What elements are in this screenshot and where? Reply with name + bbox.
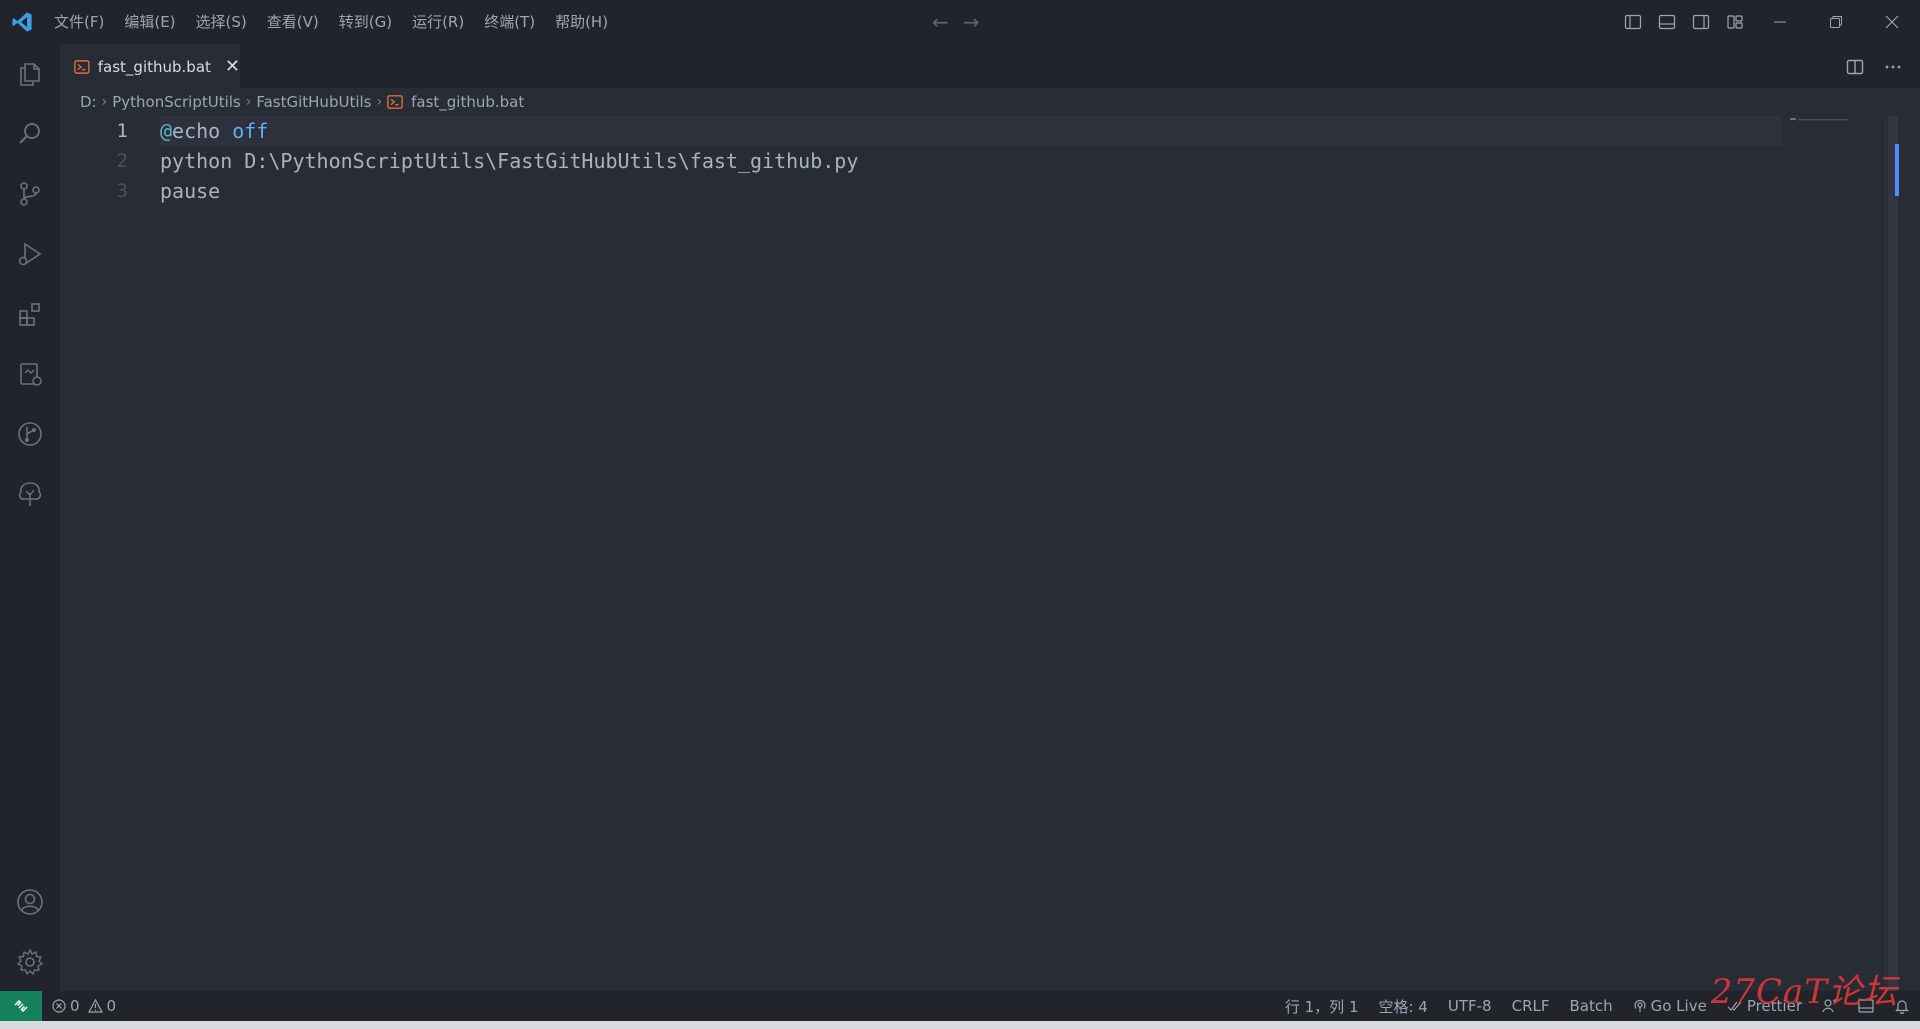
line-content[interactable]: @echo off — [160, 116, 268, 146]
tree-view-icon[interactable] — [0, 464, 60, 524]
code-line: 3 pause — [60, 176, 1760, 206]
extensions-icon[interactable] — [0, 284, 60, 344]
more-actions-icon[interactable] — [1880, 54, 1906, 80]
status-right-items: 行 1，列 1 空格: 4 UTF-8 CRLF Batch Go Live P… — [1285, 991, 1910, 1021]
line-content[interactable]: python D:\PythonScriptUtils\FastGitHubUt… — [160, 146, 858, 176]
cursor-position[interactable]: 行 1，列 1 — [1285, 996, 1359, 1017]
breadcrumb-drive[interactable]: D: — [80, 93, 97, 111]
end-of-line[interactable]: CRLF — [1512, 997, 1550, 1015]
activity-bar — [0, 44, 60, 991]
accounts-icon[interactable] — [0, 872, 60, 932]
chevron-right-icon: › — [376, 94, 383, 110]
indentation[interactable]: 空格: 4 — [1378, 996, 1427, 1017]
menu-selection[interactable]: 选择(S) — [186, 7, 257, 37]
line-number: 3 — [116, 180, 128, 202]
feedback-icon[interactable] — [1822, 998, 1838, 1014]
menu-view[interactable]: 查看(V) — [257, 7, 329, 37]
encoding[interactable]: UTF-8 — [1448, 997, 1492, 1015]
problems-indicator[interactable]: 0 0 — [52, 997, 116, 1015]
code-line: 1 @echo off — [60, 116, 1760, 146]
taskbar-edge — [0, 1021, 1920, 1029]
explorer-icon[interactable] — [0, 44, 60, 104]
run-debug-icon[interactable] — [0, 224, 60, 284]
minimize-icon[interactable] — [1752, 0, 1808, 44]
breadcrumb-folder-fastgithubutils[interactable]: FastGitHubUtils — [256, 93, 371, 111]
layout-status-icon[interactable] — [1858, 998, 1874, 1014]
layout-controls — [1620, 8, 1748, 36]
code-editor[interactable]: 1 @echo off 2 python D:\PythonScriptUtil… — [60, 116, 1900, 991]
token-keyword: off — [232, 119, 269, 143]
customize-layout-icon[interactable] — [1722, 8, 1748, 36]
remote-indicator-icon[interactable] — [0, 991, 42, 1021]
arrow-right-icon[interactable]: → — [963, 10, 980, 34]
token-at: @ — [160, 119, 173, 143]
breadcrumb-folder-pythonscriptutils[interactable]: PythonScriptUtils — [112, 93, 241, 111]
menu-bar: 文件(F) 编辑(E) 选择(S) 查看(V) 转到(G) 运行(R) 终端(T… — [44, 0, 618, 44]
chevron-right-icon: › — [245, 94, 252, 110]
title-bar: 文件(F) 编辑(E) 选择(S) 查看(V) 转到(G) 运行(R) 终端(T… — [0, 0, 1920, 44]
window-controls — [1752, 0, 1920, 44]
toggle-secondary-sidebar-icon[interactable] — [1688, 8, 1714, 36]
batch-file-icon — [74, 60, 90, 74]
line-content[interactable]: pause — [160, 176, 220, 206]
toggle-panel-icon[interactable] — [1654, 8, 1680, 36]
source-control-icon[interactable] — [0, 164, 60, 224]
prettier-label: Prettier — [1746, 997, 1802, 1015]
restore-icon[interactable] — [1808, 0, 1864, 44]
editor-tab-bar: fast_github.bat ✕ — [60, 44, 1920, 89]
vscode-logo-icon — [0, 0, 44, 44]
tab-label: fast_github.bat — [97, 58, 211, 76]
tab-fast-github-bat[interactable]: fast_github.bat ✕ — [60, 44, 240, 89]
double-check-icon — [1727, 1001, 1742, 1011]
menu-terminal[interactable]: 终端(T) — [474, 7, 545, 37]
remote-explorer-icon[interactable] — [0, 344, 60, 404]
code-line: 2 python D:\PythonScriptUtils\FastGitHub… — [60, 146, 1760, 176]
line-number: 1 — [116, 120, 128, 142]
minimap[interactable] — [1790, 118, 1850, 122]
menu-go[interactable]: 转到(G) — [329, 7, 402, 37]
error-count: 0 — [70, 997, 80, 1015]
scrollbar-cursor-marker — [1895, 144, 1899, 196]
go-live-label: Go Live — [1650, 997, 1707, 1015]
git-graph-icon[interactable] — [0, 404, 60, 464]
broadcast-icon — [1634, 999, 1646, 1012]
chevron-right-icon: › — [101, 94, 108, 110]
settings-gear-icon[interactable] — [0, 932, 60, 992]
go-live-button[interactable]: Go Live — [1633, 997, 1707, 1015]
menu-edit[interactable]: 编辑(E) — [114, 7, 185, 37]
scrollbar-thumb[interactable] — [1888, 116, 1898, 991]
menu-run[interactable]: 运行(R) — [402, 7, 474, 37]
menu-help[interactable]: 帮助(H) — [545, 7, 618, 37]
notifications-bell-icon[interactable] — [1894, 998, 1910, 1014]
navigation-arrows: ← → — [932, 10, 980, 34]
split-editor-icon[interactable] — [1842, 54, 1868, 80]
menu-file[interactable]: 文件(F) — [44, 7, 114, 37]
vertical-scrollbar[interactable] — [1885, 116, 1900, 991]
close-window-icon[interactable] — [1864, 0, 1920, 44]
language-mode[interactable]: Batch — [1569, 997, 1612, 1015]
breadcrumb: D: › PythonScriptUtils › FastGitHubUtils… — [60, 88, 1920, 116]
breadcrumb-file[interactable]: fast_github.bat — [411, 93, 524, 111]
line-number: 2 — [116, 150, 128, 172]
close-tab-icon[interactable]: ✕ — [225, 58, 240, 76]
batch-file-icon — [387, 95, 403, 109]
error-icon — [52, 999, 66, 1013]
prettier-button[interactable]: Prettier — [1727, 997, 1802, 1015]
warning-count: 0 — [106, 997, 117, 1015]
search-icon[interactable] — [0, 104, 60, 164]
toggle-primary-sidebar-icon[interactable] — [1620, 8, 1646, 36]
status-bar: 0 0 行 1，列 1 空格: 4 UTF-8 CRLF Batch Go Li… — [0, 991, 1920, 1021]
warning-icon — [87, 999, 103, 1013]
arrow-left-icon[interactable]: ← — [932, 10, 949, 34]
token-command: echo — [172, 119, 233, 143]
editor-actions — [1842, 54, 1906, 80]
